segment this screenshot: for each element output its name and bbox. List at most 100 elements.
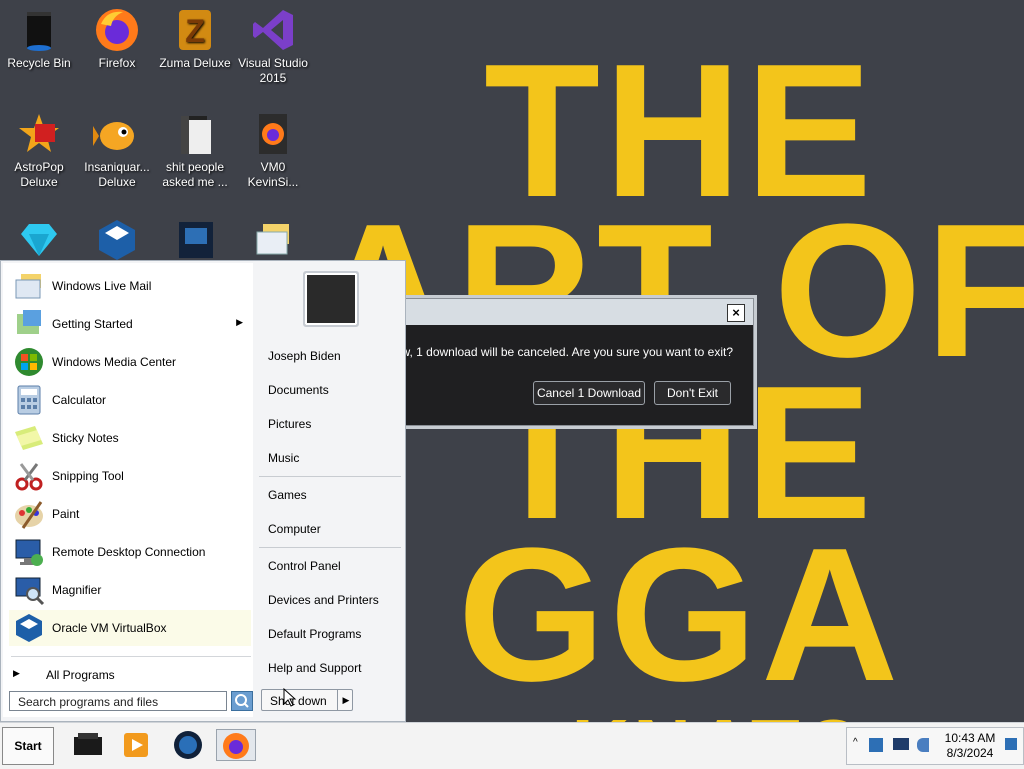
program-oracle-vm-virtualbox[interactable]: Oracle VM VirtualBox bbox=[9, 610, 251, 646]
exit-confirmation-dialog: × w, 1 download will be canceled. Are yo… bbox=[396, 298, 754, 426]
visual-studio-icon bbox=[249, 6, 297, 54]
speaker-icon[interactable] bbox=[917, 738, 929, 752]
magnifier-icon bbox=[13, 574, 45, 606]
clock-time: 10:43 AM bbox=[944, 731, 996, 745]
pictures-link[interactable]: Pictures bbox=[268, 417, 311, 431]
dialog-title-bar: × bbox=[397, 299, 753, 325]
program-magnifier[interactable]: Magnifier bbox=[9, 572, 251, 608]
diamond-icon bbox=[15, 216, 63, 264]
program-windows-live-mail[interactable]: Windows Live Mail bbox=[9, 268, 251, 304]
paint-palette-icon bbox=[13, 498, 45, 530]
desktop-icon-astropop[interactable]: AstroPop Deluxe bbox=[0, 106, 78, 190]
taskbar-firefox-icon[interactable] bbox=[216, 729, 256, 761]
search-icon[interactable] bbox=[231, 691, 253, 711]
desktop-icon-folder[interactable]: shit people asked me ... bbox=[156, 106, 234, 190]
virtualbox-icon bbox=[93, 216, 141, 264]
desktop-icon-virtualbox[interactable] bbox=[78, 212, 156, 266]
close-icon[interactable]: × bbox=[727, 304, 745, 322]
default-programs-link[interactable]: Default Programs bbox=[268, 627, 361, 641]
game-icon bbox=[171, 216, 219, 264]
firefox-icon bbox=[93, 6, 141, 54]
program-sticky-notes[interactable]: Sticky Notes bbox=[9, 420, 251, 456]
program-getting-started[interactable]: Getting Started ▶ bbox=[9, 306, 251, 342]
desktop-icon-label: Zuma Deluxe bbox=[159, 56, 231, 70]
desktop-icon-game[interactable] bbox=[156, 212, 234, 266]
fish-icon bbox=[93, 110, 141, 158]
firefox-file-icon bbox=[249, 110, 297, 158]
dialog-message: w, 1 download will be canceled. Are you … bbox=[401, 345, 733, 359]
program-label: Getting Started bbox=[52, 317, 133, 331]
start-menu-programs-pane: Windows Live Mail Getting Started ▶ Wind… bbox=[3, 263, 253, 717]
program-label: Magnifier bbox=[52, 583, 102, 597]
dont-exit-button[interactable]: Don't Exit bbox=[654, 381, 731, 405]
show-hidden-icons-icon[interactable]: ^ bbox=[853, 737, 858, 748]
svg-text:Z: Z bbox=[185, 13, 205, 49]
recycle-bin-icon bbox=[15, 6, 63, 54]
devices-printers-link[interactable]: Devices and Printers bbox=[268, 593, 379, 607]
program-snipping-tool[interactable]: Snipping Tool bbox=[9, 458, 251, 494]
computer-link[interactable]: Computer bbox=[268, 522, 321, 536]
calculator-icon bbox=[13, 384, 45, 416]
clock[interactable]: 10:43 AM 8/3/2024 bbox=[939, 731, 1001, 761]
mail-icon bbox=[249, 216, 297, 264]
network-icon[interactable] bbox=[869, 738, 883, 752]
submenu-arrow-icon: ▶ bbox=[236, 317, 243, 327]
documents-link[interactable]: Documents bbox=[268, 383, 329, 397]
desktop-icon-mail[interactable] bbox=[234, 212, 312, 266]
program-label: Windows Live Mail bbox=[52, 279, 152, 293]
getting-started-icon bbox=[13, 308, 45, 340]
zuma-icon: Z bbox=[171, 6, 219, 54]
taskbar: Start ^ 10:43 AM 8/3/2024 bbox=[0, 722, 1024, 769]
desktop-icon-insaniquarium[interactable]: Insaniquar... Deluxe bbox=[78, 106, 156, 190]
desktop-icon-zuma[interactable]: Z Zuma Deluxe bbox=[156, 2, 234, 71]
program-label: Sticky Notes bbox=[52, 431, 119, 445]
program-label: Snipping Tool bbox=[52, 469, 124, 483]
program-label: Remote Desktop Connection bbox=[52, 545, 206, 559]
chevron-right-icon: ▶ bbox=[13, 668, 20, 678]
program-remote-desktop[interactable]: Remote Desktop Connection bbox=[9, 534, 251, 570]
program-windows-media-center[interactable]: Windows Media Center bbox=[9, 344, 251, 380]
desktop-icon-label: AstroPop Deluxe bbox=[14, 160, 64, 189]
taskbar-media-player-icon[interactable] bbox=[120, 729, 152, 761]
desktop-icon-diamond[interactable] bbox=[0, 212, 78, 266]
user-name-link[interactable]: Joseph Biden bbox=[268, 349, 341, 363]
start-menu: Windows Live Mail Getting Started ▶ Wind… bbox=[0, 260, 406, 722]
desktop-icon-vm0[interactable]: VM0 KevinSi... bbox=[234, 106, 312, 190]
start-menu-places-pane: Joseph Biden Documents Pictures Music Ga… bbox=[255, 261, 405, 721]
search-area: Search programs and files bbox=[9, 691, 253, 715]
desktop-icon-label: Visual Studio 2015 bbox=[238, 56, 308, 85]
control-panel-link[interactable]: Control Panel bbox=[268, 559, 341, 573]
taskbar-computer-icon[interactable] bbox=[72, 729, 104, 761]
monitor-icon[interactable] bbox=[893, 738, 909, 750]
help-support-link[interactable]: Help and Support bbox=[268, 661, 361, 675]
chevron-right-icon[interactable]: ▶ bbox=[337, 689, 354, 711]
sticky-notes-icon bbox=[13, 422, 45, 454]
music-link[interactable]: Music bbox=[268, 451, 299, 465]
scissors-icon bbox=[13, 460, 45, 492]
remote-desktop-icon bbox=[13, 536, 45, 568]
desktop-icon-label: Firefox bbox=[98, 56, 136, 70]
mail-icon bbox=[13, 270, 45, 302]
cancel-download-button[interactable]: Cancel 1 Download bbox=[533, 381, 645, 405]
start-button[interactable]: Start bbox=[2, 727, 54, 765]
divider bbox=[259, 547, 401, 548]
program-label: Oracle VM VirtualBox bbox=[52, 621, 167, 635]
divider bbox=[259, 476, 401, 477]
desktop-icon-label: Insaniquar... Deluxe bbox=[84, 160, 150, 189]
search-input[interactable]: Search programs and files bbox=[9, 691, 227, 711]
virtualbox-icon bbox=[13, 612, 45, 644]
all-programs-button[interactable]: ▶ All Programs bbox=[9, 665, 249, 687]
desktop-icon-recycle-bin[interactable]: Recycle Bin bbox=[0, 2, 78, 71]
games-link[interactable]: Games bbox=[268, 488, 307, 502]
taskbar-globe-icon[interactable] bbox=[172, 729, 204, 761]
program-label: Paint bbox=[52, 507, 80, 521]
desktop-icon-label: shit people asked me ... bbox=[162, 160, 228, 189]
program-paint[interactable]: Paint bbox=[9, 496, 251, 532]
program-calculator[interactable]: Calculator bbox=[9, 382, 251, 418]
notification-icon[interactable] bbox=[1005, 738, 1017, 750]
desktop-icon-visual-studio[interactable]: Visual Studio 2015 bbox=[234, 2, 312, 86]
user-avatar[interactable] bbox=[303, 271, 359, 327]
wallpaper-text-line: GGA bbox=[457, 509, 903, 721]
desktop-icon-firefox[interactable]: Firefox bbox=[78, 2, 156, 71]
clock-date: 8/3/2024 bbox=[946, 746, 994, 760]
